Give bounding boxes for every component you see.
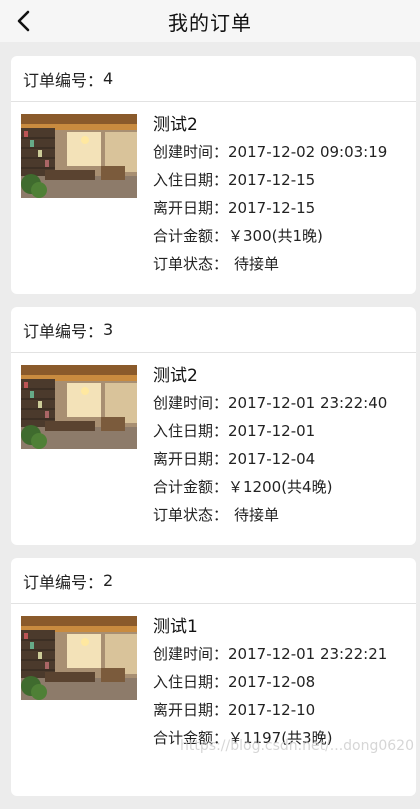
order-card[interactable]: 订单编号： 4 (11, 56, 416, 294)
order-number-row: 订单编号： 3 (11, 307, 416, 353)
total-label: 合计金额： (153, 222, 228, 250)
order-card[interactable]: 订单编号： 2 (11, 558, 416, 796)
checkin-value: 2017-12-15 (228, 166, 315, 194)
checkout-value: 2017-12-10 (228, 696, 315, 724)
order-card[interactable]: 订单编号： 3 (11, 307, 416, 545)
created-time-row: 创建时间：2017-12-01 23:22:21 (153, 640, 387, 668)
total-label: 合计金额： (153, 473, 228, 501)
nav-bar: 我的订单 (0, 0, 420, 42)
total-value: ￥1200(共4晚) (228, 473, 332, 501)
checkin-row: 入住日期：2017-12-08 (153, 668, 387, 696)
chevron-left-icon (16, 10, 30, 32)
order-number-label: 订单编号： (23, 569, 103, 593)
checkin-label: 入住日期： (153, 668, 228, 696)
created-time-value: 2017-12-01 23:22:40 (228, 389, 387, 417)
order-number-value: 4 (103, 69, 113, 88)
checkin-row: 入住日期：2017-12-01 (153, 417, 387, 445)
order-list: 订单编号： 4 (11, 56, 416, 809)
created-time-row: 创建时间：2017-12-02 09:03:19 (153, 138, 387, 166)
hotel-name: 测试2 (153, 112, 387, 138)
total-row: 合计金额：￥300(共1晚) (153, 222, 387, 250)
order-info: 测试2 创建时间：2017-12-02 09:03:19 入住日期：2017-1… (153, 112, 387, 278)
order-info: 测试1 创建时间：2017-12-01 23:22:21 入住日期：2017-1… (153, 614, 387, 752)
hotel-thumbnail[interactable] (21, 365, 137, 449)
checkin-value: 2017-12-01 (228, 417, 315, 445)
checkin-label: 入住日期： (153, 166, 228, 194)
checkout-value: 2017-12-15 (228, 194, 315, 222)
created-time-label: 创建时间： (153, 138, 228, 166)
order-info: 测试2 创建时间：2017-12-01 23:22:40 入住日期：2017-1… (153, 363, 387, 529)
hotel-name: 测试2 (153, 363, 387, 389)
checkin-row: 入住日期：2017-12-15 (153, 166, 387, 194)
checkout-label: 离开日期： (153, 445, 228, 473)
order-number-value: 3 (103, 320, 113, 339)
hotel-thumbnail[interactable] (21, 114, 137, 198)
order-number-label: 订单编号： (23, 67, 103, 91)
created-time-value: 2017-12-01 23:22:21 (228, 640, 387, 668)
status-label: 订单状态： (153, 250, 228, 278)
checkin-value: 2017-12-08 (228, 668, 315, 696)
status-label: 订单状态： (153, 501, 228, 529)
total-value: ￥300(共1晚) (228, 222, 323, 250)
created-time-row: 创建时间：2017-12-01 23:22:40 (153, 389, 387, 417)
order-number-row: 订单编号： 4 (11, 56, 416, 102)
status-value: 待接单 (234, 501, 279, 529)
total-row: 合计金额：￥1200(共4晚) (153, 473, 387, 501)
order-number-row: 订单编号： 2 (11, 558, 416, 604)
checkout-row: 离开日期：2017-12-04 (153, 445, 387, 473)
status-value: 待接单 (234, 250, 279, 278)
watermark: https://blog.csdn.net/...dong0620 (180, 738, 414, 754)
checkout-row: 离开日期：2017-12-10 (153, 696, 387, 724)
back-button[interactable] (8, 6, 38, 36)
created-time-value: 2017-12-02 09:03:19 (228, 138, 387, 166)
checkout-label: 离开日期： (153, 194, 228, 222)
page-title: 我的订单 (168, 7, 252, 36)
created-time-label: 创建时间： (153, 389, 228, 417)
order-number-label: 订单编号： (23, 318, 103, 342)
order-number-value: 2 (103, 571, 113, 590)
checkout-row: 离开日期：2017-12-15 (153, 194, 387, 222)
checkin-label: 入住日期： (153, 417, 228, 445)
status-row: 订单状态：待接单 (153, 501, 387, 529)
hotel-name: 测试1 (153, 614, 387, 640)
hotel-thumbnail[interactable] (21, 616, 137, 700)
created-time-label: 创建时间： (153, 640, 228, 668)
checkout-label: 离开日期： (153, 696, 228, 724)
checkout-value: 2017-12-04 (228, 445, 315, 473)
status-row: 订单状态：待接单 (153, 250, 387, 278)
